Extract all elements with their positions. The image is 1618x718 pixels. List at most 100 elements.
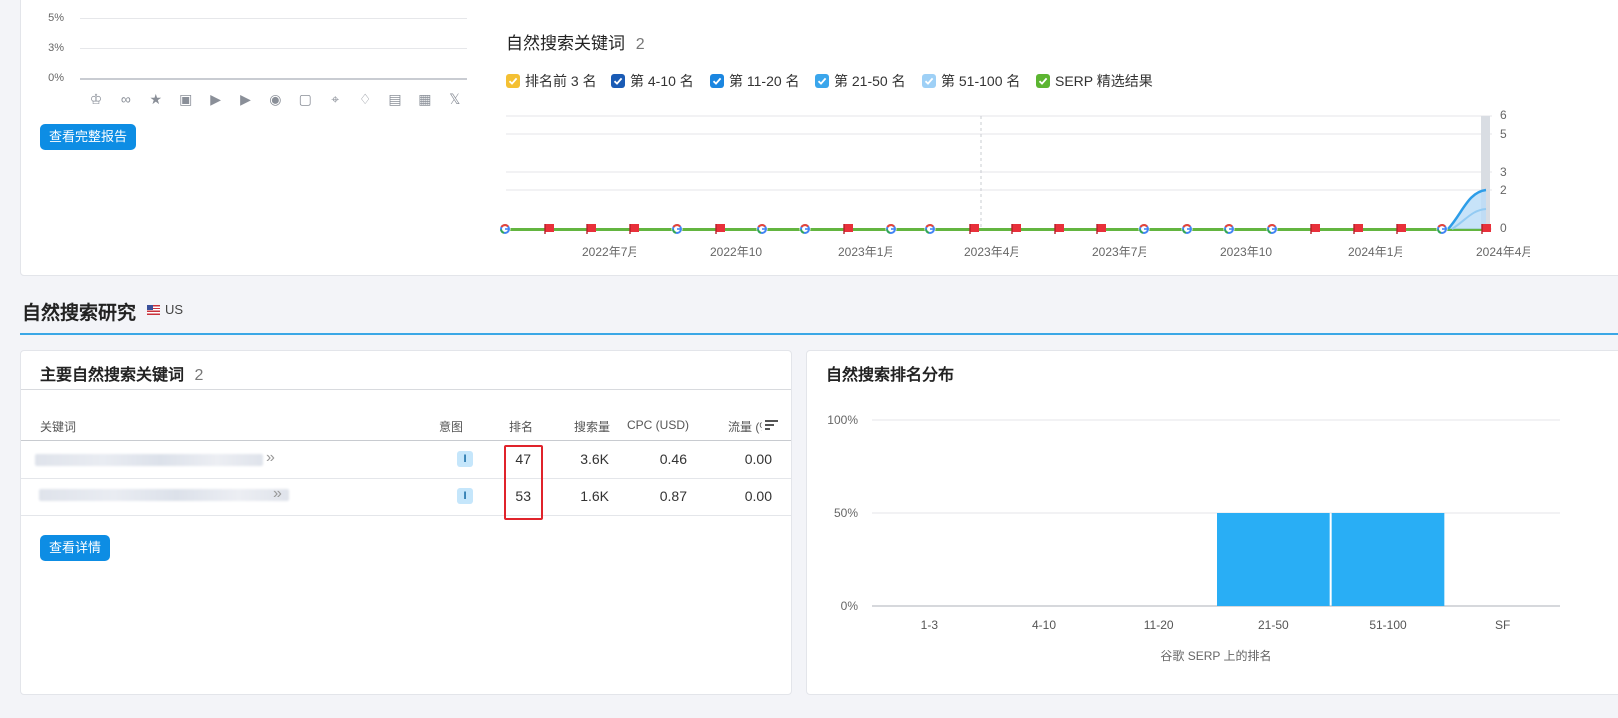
checkbox-checked-icon[interactable] xyxy=(611,74,625,88)
y-tick-label: 6 xyxy=(1500,108,1507,122)
baseline xyxy=(80,78,467,80)
flag-icon[interactable] xyxy=(715,224,725,234)
x-tick-label: 2024年1月 xyxy=(1348,245,1402,259)
legend-item[interactable]: 第 4-10 名 xyxy=(611,71,694,91)
flag-icon[interactable] xyxy=(544,224,554,234)
location-icon[interactable]: ⌖ xyxy=(327,91,343,107)
x-tick-label: 2023年10 xyxy=(1220,245,1273,259)
link-icon[interactable]: ∞ xyxy=(118,91,134,107)
legend-label: 第 51-100 名 xyxy=(941,73,1021,89)
rank-distribution-chart: 100% 50% 0% 1-3 4-10 11-20 21-50 51-100 SF 谷歌 SER… xyxy=(827,413,1560,663)
checkbox-checked-icon[interactable] xyxy=(710,74,724,88)
flag-icon[interactable] xyxy=(1096,224,1106,234)
col-intent[interactable]: 意图 xyxy=(439,418,463,435)
google-update-icon[interactable] xyxy=(799,223,811,235)
flag-icon[interactable] xyxy=(1011,224,1021,234)
intent-badge[interactable]: I xyxy=(457,488,473,504)
keyword-redacted xyxy=(39,489,289,501)
x-logo-icon[interactable]: 𝕏 xyxy=(447,91,463,107)
y-tick-label: 0% xyxy=(48,72,64,84)
col-cpc[interactable]: CPC (USD) xyxy=(627,418,689,432)
col-keyword[interactable]: 关键词 xyxy=(40,418,76,435)
checkbox-checked-icon[interactable] xyxy=(815,74,829,88)
google-update-icon[interactable] xyxy=(1181,223,1193,235)
table-row[interactable]: » I 53 1.6K 0.87 0.00 xyxy=(21,479,791,515)
keywords-trend-chart xyxy=(499,115,1492,235)
google-update-icon[interactable] xyxy=(885,223,897,235)
cpc-value: 0.87 xyxy=(659,488,687,504)
intent-badge[interactable]: I xyxy=(457,451,473,467)
flag-icon[interactable] xyxy=(1396,224,1406,234)
legend-item[interactable]: 第 11-20 名 xyxy=(710,71,800,91)
keywords-trend-title-text: 自然搜索关键词 xyxy=(506,34,625,53)
rank-distribution-title: 自然搜索排名分布 xyxy=(826,367,955,384)
y-tick-label: 5% xyxy=(48,12,64,24)
traffic-value: 0.00 xyxy=(744,451,772,467)
cpc-value: 0.46 xyxy=(659,451,687,467)
legend-item[interactable]: 排名前 3 名 xyxy=(506,71,597,91)
chat-icon[interactable]: ▢ xyxy=(297,91,313,107)
checkbox-checked-icon[interactable] xyxy=(1036,74,1050,88)
bar[interactable] xyxy=(1217,513,1330,606)
google-update-icon[interactable] xyxy=(1266,223,1278,235)
x-axis-label: 谷歌 SERP 上的排名 xyxy=(1160,648,1271,663)
legend-item[interactable]: SERP 精选结果 xyxy=(1036,71,1153,91)
view-details-button[interactable]: 查看详情 xyxy=(40,535,111,561)
x-tick-label: 2024年4月 xyxy=(1476,245,1530,259)
x-tick-label: 21-50 xyxy=(1258,618,1289,632)
star-icon[interactable]: ★ xyxy=(148,91,164,107)
x-tick-label: 4-10 xyxy=(1032,618,1056,632)
checkbox-checked-icon[interactable] xyxy=(506,74,520,88)
google-update-icon[interactable] xyxy=(924,223,936,235)
google-update-icon[interactable] xyxy=(499,223,511,235)
x-tick-label: 2022年10 xyxy=(710,245,763,259)
volume-value: 1.6K xyxy=(580,488,609,504)
graduation-cap-icon[interactable]: ♢ xyxy=(357,91,373,107)
flag-icon[interactable] xyxy=(586,224,596,234)
flag-icon[interactable] xyxy=(1310,224,1320,234)
briefcase-icon[interactable]: ▦ xyxy=(417,91,433,107)
checkbox-checked-icon[interactable] xyxy=(922,74,936,88)
flag-icon[interactable] xyxy=(843,224,853,234)
flag-icon[interactable] xyxy=(1353,224,1363,234)
x-tick-label: 51-100 xyxy=(1369,618,1407,632)
chevron-double-right-icon[interactable]: » xyxy=(266,449,275,467)
flag-icon[interactable] xyxy=(969,224,979,234)
image-icon[interactable]: ▣ xyxy=(178,91,194,107)
legend-item[interactable]: 第 51-100 名 xyxy=(922,71,1020,91)
flag-icon[interactable] xyxy=(1054,224,1064,234)
x-tick-label: 11-20 xyxy=(1144,618,1174,632)
col-traffic[interactable]: 流量 (% xyxy=(728,418,762,435)
google-update-icon[interactable] xyxy=(1436,223,1448,235)
flag-icon[interactable] xyxy=(629,224,639,234)
crown-icon[interactable]: ♔ xyxy=(88,91,104,107)
google-update-icon[interactable] xyxy=(1138,223,1150,235)
col-volume[interactable]: 搜索量 xyxy=(574,418,610,435)
section-title: 自然搜索研究 xyxy=(22,303,137,324)
x-tick-label: SF xyxy=(1495,618,1510,632)
google-update-icon[interactable] xyxy=(671,223,683,235)
y-tick-label: 3 xyxy=(1500,165,1507,179)
video-icon[interactable]: ▶ xyxy=(238,91,254,107)
google-update-icon[interactable] xyxy=(756,223,768,235)
row-divider xyxy=(21,515,791,516)
table-row[interactable]: » I 47 3.6K 0.46 0.00 xyxy=(21,441,791,478)
y-tick-label: 3% xyxy=(48,42,64,54)
news-icon[interactable]: ▤ xyxy=(387,91,403,107)
x-tick-label: 2022年7月 xyxy=(582,245,636,259)
play-icon[interactable]: ▶ xyxy=(208,91,224,107)
top-keywords-card xyxy=(20,350,792,695)
legend-label: 第 11-20 名 xyxy=(729,73,800,89)
bar[interactable] xyxy=(1331,513,1445,606)
legend-item[interactable]: 第 21-50 名 xyxy=(815,71,906,91)
sort-icon[interactable] xyxy=(765,420,778,430)
flag-icon[interactable] xyxy=(1481,224,1491,234)
y-tick-label: 0% xyxy=(841,599,859,613)
legend-label: SERP 精选结果 xyxy=(1055,73,1153,89)
play-circle-icon[interactable]: ◉ xyxy=(267,91,283,107)
chevron-double-right-icon[interactable]: » xyxy=(273,485,282,503)
x-tick-label: 2023年4月 xyxy=(964,245,1018,259)
col-rank[interactable]: 排名 xyxy=(509,418,533,435)
google-update-icon[interactable] xyxy=(1223,223,1235,235)
view-full-report-button[interactable]: 查看完整报告 xyxy=(40,124,137,150)
